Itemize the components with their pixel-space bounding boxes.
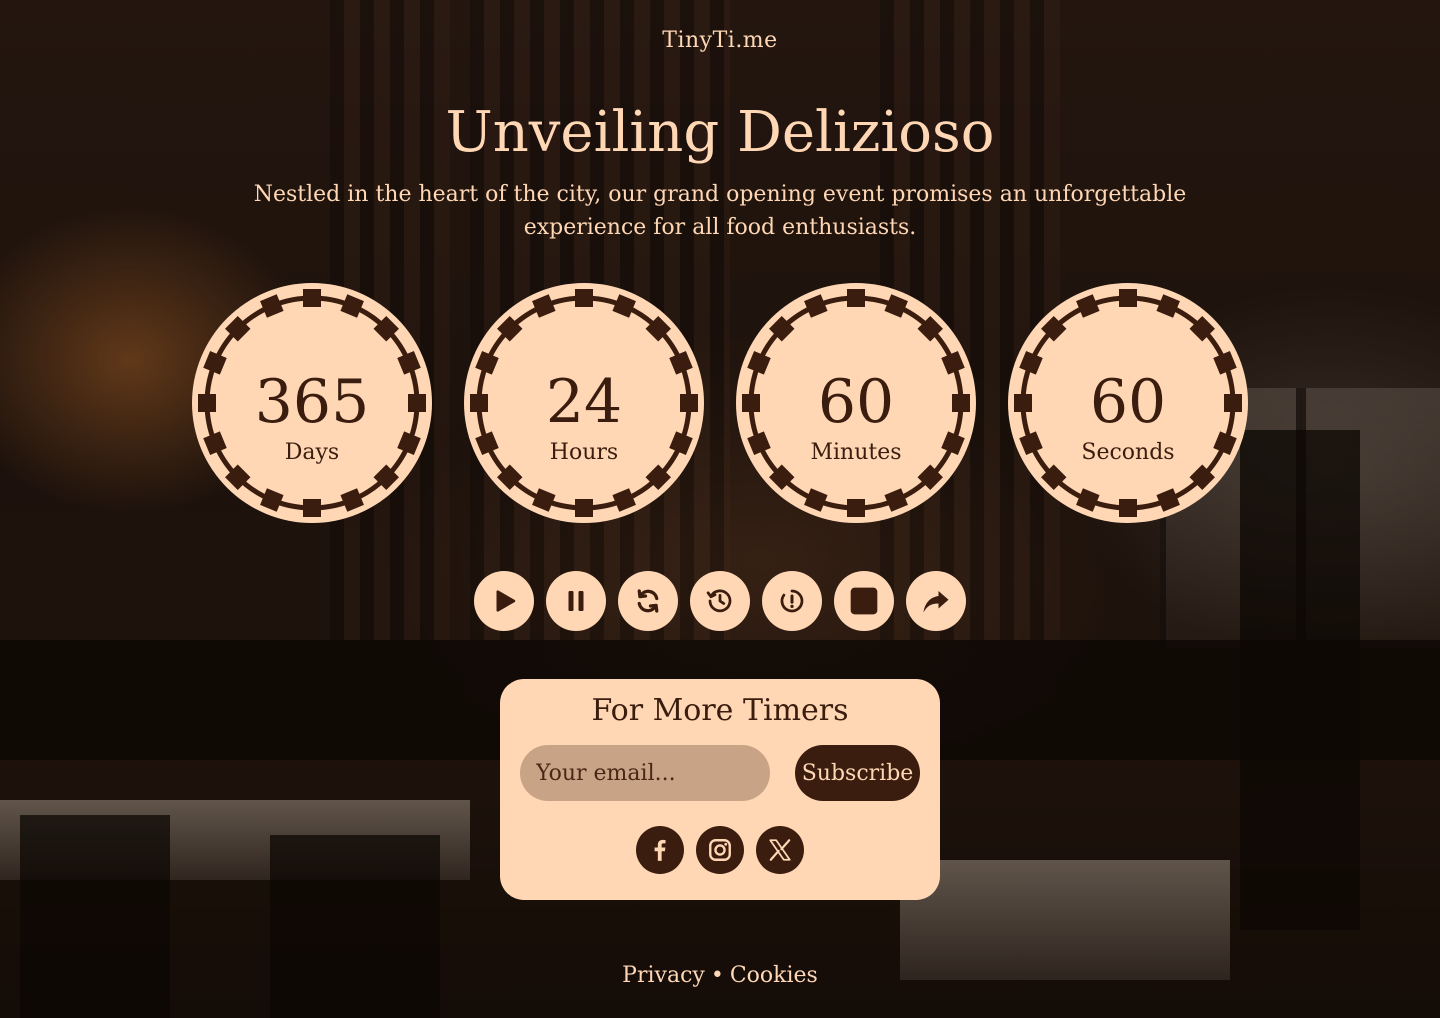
page-subtitle: Nestled in the heart of the city, our gr… xyxy=(253,182,1187,240)
instagram-icon xyxy=(709,839,731,861)
countdown-hours-label: Hours xyxy=(549,440,619,465)
countdown-seconds-label: Seconds xyxy=(1081,440,1175,465)
stop-icon xyxy=(850,587,878,615)
subscribe-card: For More Timers Subscribe xyxy=(500,679,940,900)
subscribe-button[interactable]: Subscribe xyxy=(795,745,920,801)
history-button[interactable] xyxy=(690,571,750,631)
timer-button[interactable] xyxy=(762,571,822,631)
page-title: Unveiling Delizioso xyxy=(445,100,995,165)
play-icon xyxy=(496,590,516,612)
instagram-link[interactable] xyxy=(696,826,744,874)
timer-icon xyxy=(780,589,804,613)
x-icon xyxy=(769,839,791,861)
stop-button[interactable] xyxy=(834,571,894,631)
countdown-days-label: Days xyxy=(284,440,340,465)
countdown-minutes: 60 Minutes xyxy=(736,283,976,523)
facebook-icon xyxy=(654,839,666,861)
brand-logo-text[interactable]: TinyTi.me xyxy=(0,28,1440,53)
footer-separator: • xyxy=(710,963,724,988)
history-icon xyxy=(706,589,732,613)
pause-icon xyxy=(568,591,584,611)
footer: Privacy • Cookies xyxy=(0,963,1440,988)
countdown-hours-value: 24 xyxy=(545,367,623,437)
privacy-link[interactable]: Privacy xyxy=(622,963,705,988)
x-link[interactable] xyxy=(756,826,804,874)
subscribe-title: For More Timers xyxy=(591,693,849,728)
play-button[interactable] xyxy=(474,571,534,631)
countdown-minutes-label: Minutes xyxy=(810,440,902,465)
countdown-days: 365 Days xyxy=(192,283,432,523)
countdown-hours: 24 Hours xyxy=(464,283,704,523)
social-links xyxy=(636,826,804,874)
email-field[interactable] xyxy=(520,745,770,801)
countdown-minutes-value: 60 xyxy=(817,367,895,437)
cookies-link[interactable]: Cookies xyxy=(730,963,818,988)
restart-button[interactable] xyxy=(618,571,678,631)
countdown-seconds: 60 Seconds xyxy=(1008,283,1248,523)
pause-button[interactable] xyxy=(546,571,606,631)
countdown-days-value: 365 xyxy=(254,367,370,437)
share-icon xyxy=(923,591,949,613)
facebook-link[interactable] xyxy=(636,826,684,874)
refresh-icon xyxy=(637,589,659,613)
share-button[interactable] xyxy=(906,571,966,631)
timer-controls xyxy=(474,571,966,631)
countdown-seconds-value: 60 xyxy=(1089,367,1167,437)
